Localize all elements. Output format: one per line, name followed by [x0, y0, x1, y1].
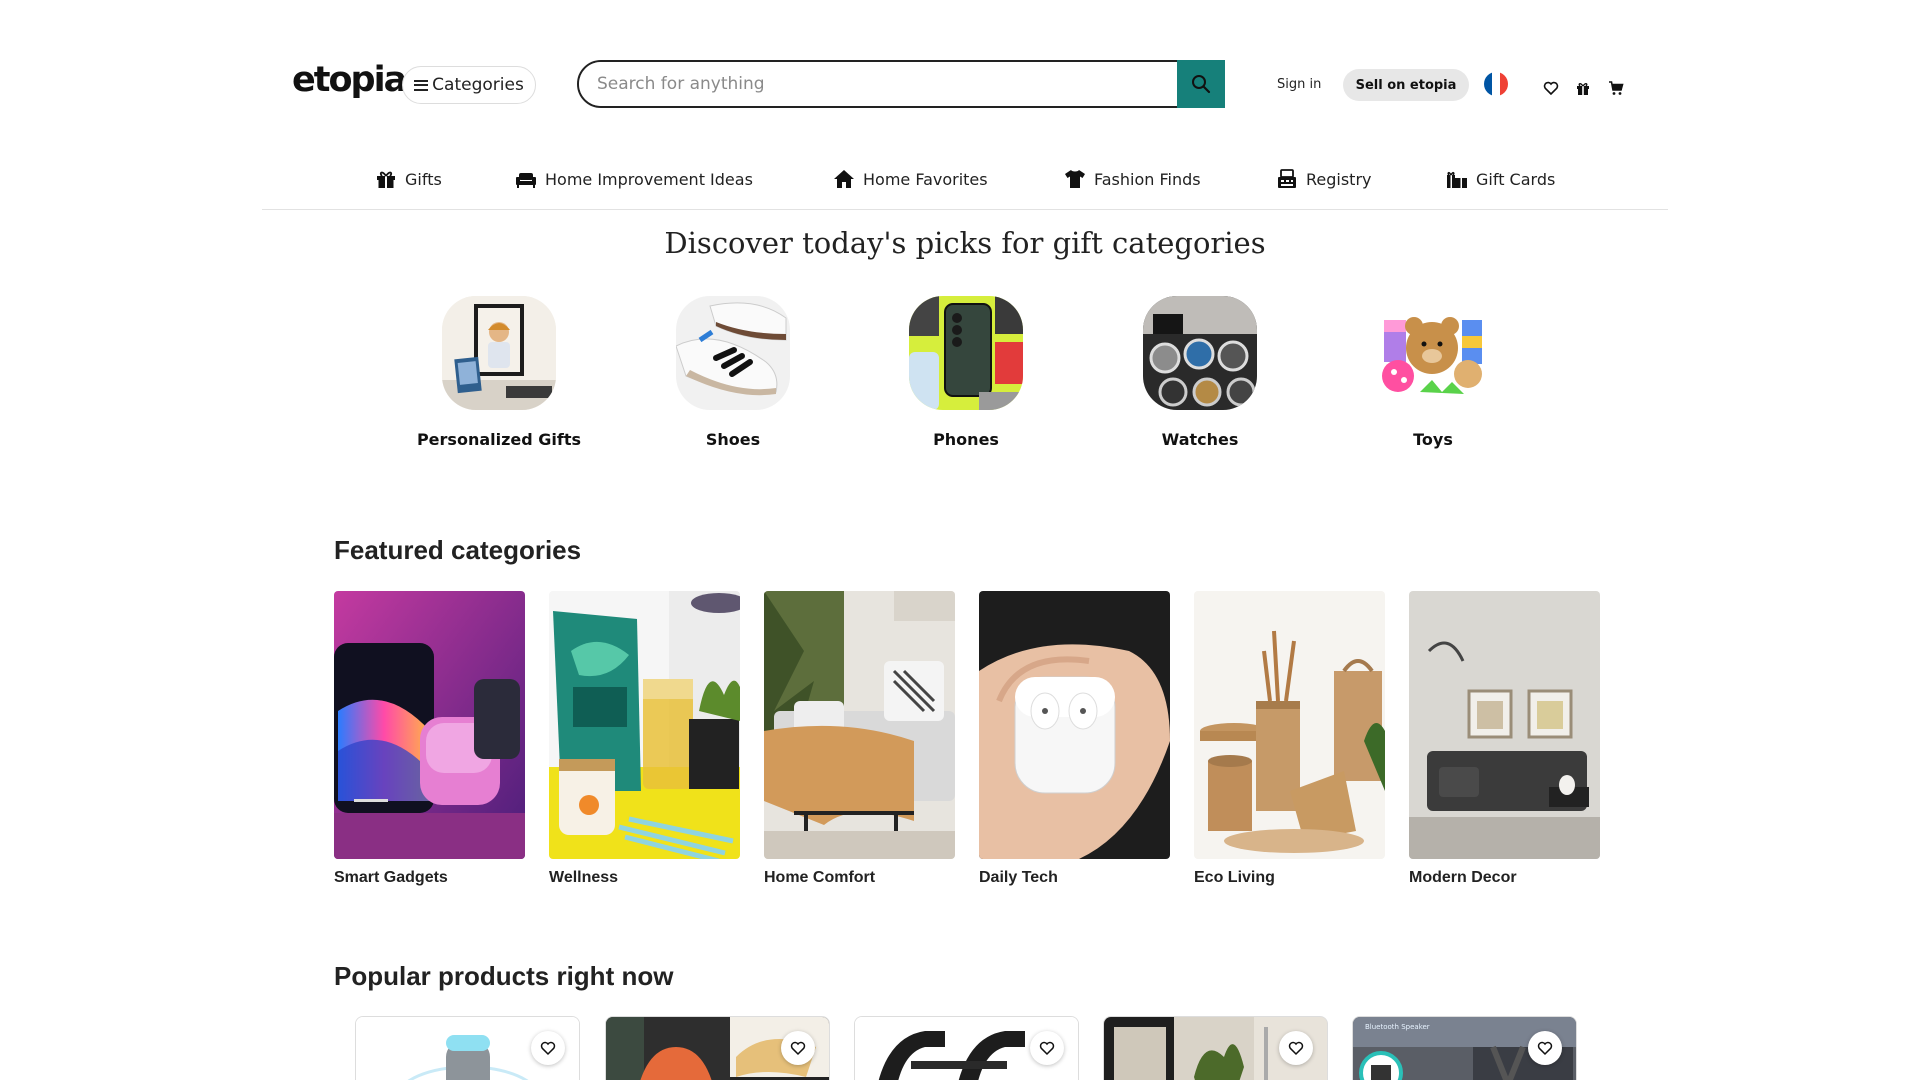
nav-label: Gifts — [405, 169, 442, 189]
product-card[interactable] — [605, 1016, 830, 1080]
featured-label: Wellness — [549, 869, 619, 886]
heart-icon — [540, 1041, 556, 1056]
gift-category-label: Toys — [1413, 430, 1453, 449]
gift-category-phones[interactable]: Phones — [866, 296, 1066, 449]
favorite-button[interactable] — [781, 1031, 815, 1065]
heart-icon — [790, 1041, 806, 1056]
search-input[interactable] — [579, 62, 1223, 106]
gift-category-label: Watches — [1161, 430, 1239, 449]
featured-home-comfort[interactable]: Home Comfort — [764, 591, 955, 887]
popular-title: Popular products right now — [334, 961, 674, 991]
heart-icon — [1537, 1041, 1553, 1056]
smart-gadgets-image — [334, 591, 525, 859]
site-logo[interactable]: etopia — [292, 60, 407, 100]
phones-image — [909, 296, 1023, 410]
menu-icon — [414, 79, 429, 91]
gift-category-watches[interactable]: Watches — [1100, 296, 1300, 449]
modern-decor-image — [1409, 591, 1600, 859]
featured-label: Eco Living — [1194, 869, 1275, 886]
featured-title: Featured categories — [334, 535, 582, 565]
shirt-icon — [1065, 170, 1085, 188]
categories-button[interactable]: Categories — [402, 66, 536, 104]
gift-category-label: Personalized Gifts — [416, 430, 582, 449]
nav-item-gifts[interactable]: Gifts — [375, 169, 442, 189]
gift-category-label: Phones — [933, 430, 999, 449]
house-icon — [834, 170, 854, 188]
featured-modern-decor[interactable]: Modern Decor — [1409, 591, 1600, 887]
wellness-image — [549, 591, 740, 859]
featured-smart-gadgets[interactable]: Smart Gadgets — [334, 591, 525, 887]
sign-in-link[interactable]: Sign in — [1277, 77, 1321, 92]
featured-label: Modern Decor — [1409, 869, 1517, 886]
heart-icon — [1039, 1041, 1055, 1056]
favorite-button[interactable] — [531, 1031, 565, 1065]
gift-category-personalized-gifts[interactable]: Personalized Gifts — [399, 296, 599, 449]
favorite-button[interactable] — [1279, 1031, 1313, 1065]
gift-icon — [377, 171, 395, 188]
product-card[interactable] — [355, 1016, 580, 1080]
eco-living-image — [1194, 591, 1385, 859]
featured-wellness[interactable]: Wellness — [549, 591, 740, 887]
nav-item-home-favorites[interactable]: Home Favorites — [833, 169, 988, 189]
category-nav: Gifts Home Improvement Ideas Home Favori… — [262, 160, 1668, 210]
favorite-button[interactable] — [1528, 1031, 1562, 1065]
watches-image — [1143, 296, 1257, 410]
nav-label: Fashion Finds — [1094, 169, 1201, 189]
featured-label: Smart Gadgets — [334, 869, 448, 886]
flag-stripe-red — [1500, 72, 1508, 96]
search-bar — [577, 60, 1225, 108]
product-card[interactable]: Bluetooth Speaker — [1352, 1016, 1577, 1080]
featured-eco-living[interactable]: Eco Living — [1194, 591, 1385, 887]
flag-stripe-white — [1492, 72, 1500, 96]
nav-item-fashion-finds[interactable]: Fashion Finds — [1064, 169, 1201, 189]
cart-icon[interactable] — [1608, 80, 1624, 96]
gift-category-toys[interactable]: Toys — [1333, 296, 1533, 449]
flag-stripe-blue — [1484, 72, 1492, 96]
sofa-icon — [516, 173, 536, 188]
heart-icon — [1288, 1041, 1304, 1056]
gift-category-label: Shoes — [705, 430, 761, 449]
heart-icon[interactable] — [1543, 80, 1559, 96]
nav-label: Registry — [1306, 169, 1372, 189]
france-flag-icon[interactable] — [1484, 72, 1508, 96]
product-card[interactable] — [1103, 1016, 1328, 1080]
gift-card-icon — [1447, 171, 1467, 188]
nav-label: Home Improvement Ideas — [545, 169, 753, 189]
nav-label: Gift Cards — [1476, 169, 1556, 189]
nav-label: Home Favorites — [863, 169, 988, 189]
shoes-image — [676, 296, 790, 410]
favorite-button[interactable] — [1030, 1031, 1064, 1065]
home-comfort-image — [764, 591, 955, 859]
nav-item-gift-cards[interactable]: Gift Cards — [1446, 169, 1555, 189]
toys-image — [1376, 296, 1490, 410]
search-icon — [1192, 75, 1211, 94]
featured-label: Home Comfort — [764, 869, 876, 886]
nav-item-registry[interactable]: Registry — [1276, 169, 1372, 189]
search-button[interactable] — [1177, 60, 1225, 108]
categories-label: Categories — [432, 75, 524, 95]
sell-button[interactable]: Sell on etopia — [1343, 69, 1469, 101]
gift-icon[interactable] — [1575, 80, 1591, 96]
personalized-gifts-image — [442, 296, 556, 410]
discover-title: Discover today's picks for gift categori… — [664, 226, 1266, 260]
registry-icon — [1278, 169, 1296, 188]
featured-daily-tech[interactable]: Daily Tech — [979, 591, 1170, 887]
gift-category-shoes[interactable]: Shoes — [633, 296, 833, 449]
featured-label: Daily Tech — [979, 869, 1058, 886]
nav-item-home-improvement[interactable]: Home Improvement Ideas — [515, 169, 753, 189]
site-header: etopia Categories Sign in Sell on etopia — [0, 0, 1920, 120]
product-card[interactable] — [854, 1016, 1079, 1080]
product-badge: Bluetooth Speaker — [1365, 1023, 1430, 1031]
daily-tech-image — [979, 591, 1170, 859]
